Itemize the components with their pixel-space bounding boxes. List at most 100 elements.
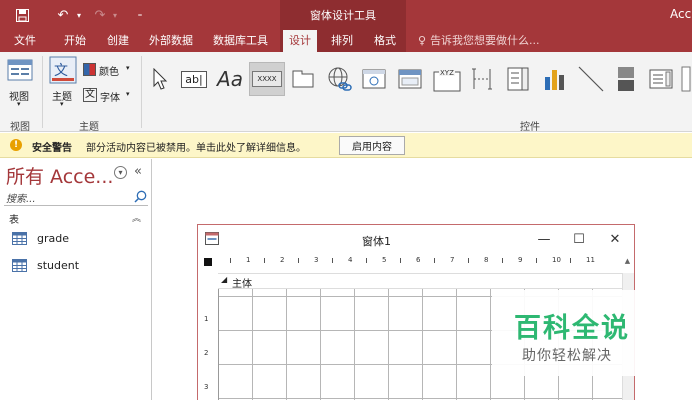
close-icon[interactable]: ✕	[603, 229, 627, 249]
ruler-tick	[332, 258, 333, 263]
ruler-mark: 2	[280, 256, 285, 264]
option-group-icon[interactable]: XYZ	[432, 62, 462, 96]
ruler-mark: 7	[450, 256, 455, 264]
form-selector[interactable]	[204, 258, 212, 266]
customize-toolbar-icon[interactable]: ₌	[134, 5, 146, 25]
ruler-tick	[400, 258, 401, 263]
nav-item-label: student	[37, 259, 80, 272]
ruler-mark: 3	[204, 383, 209, 391]
ribbon-separator	[42, 56, 43, 128]
warning-icon: !	[10, 139, 22, 151]
nav-pane-title[interactable]: 所有 Acce...	[6, 162, 113, 189]
navigation-control-icon[interactable]	[396, 62, 424, 96]
colors-icon	[83, 63, 96, 76]
minimize-icon[interactable]: —	[532, 229, 556, 249]
more-controls-icon[interactable]	[680, 62, 692, 96]
hyperlink-icon[interactable]	[324, 62, 354, 96]
redo-dropdown-icon[interactable]: ▾	[110, 5, 120, 25]
section-arrow-icon: ◢	[221, 275, 228, 284]
collapse-pane-icon[interactable]: «	[134, 164, 142, 179]
ruler-tick	[264, 258, 265, 263]
tab-control-icon[interactable]	[290, 62, 316, 96]
undo-icon[interactable]: ↶	[52, 5, 74, 25]
table-icon	[12, 259, 27, 275]
textbox-icon[interactable]: ab|	[179, 62, 209, 96]
chevron-down-icon[interactable]: ▾	[114, 166, 127, 179]
ruler-mark: 8	[484, 256, 489, 264]
nav-item-grade[interactable]: grade	[12, 229, 148, 249]
line-icon[interactable]	[576, 62, 606, 96]
ruler-tick	[502, 258, 503, 263]
fonts-button[interactable]: 文 字体 ▾	[83, 88, 133, 104]
ruler-tick	[434, 258, 435, 263]
section-collapse-icon[interactable]: ︽	[132, 211, 141, 224]
tab-external-data[interactable]: 外部数据	[149, 30, 193, 52]
ruler-mark: 5	[382, 256, 387, 264]
ribbon-separator	[141, 56, 142, 128]
ruler-tick	[536, 258, 537, 263]
security-warning-message[interactable]: 部分活动内容已被禁用。单击此处了解详细信息。	[86, 139, 306, 154]
select-pointer-icon[interactable]	[148, 62, 172, 96]
ruler-tick	[570, 258, 571, 263]
colors-button[interactable]: 颜色 ▾	[83, 62, 133, 78]
context-tool-title: 窗体设计工具	[280, 0, 406, 30]
ruler-mark: 11	[586, 256, 595, 264]
ruler-tick	[230, 258, 231, 263]
tab-design[interactable]: 设计	[283, 30, 317, 52]
search-icon[interactable]	[134, 190, 147, 206]
security-warning-title: 安全警告	[32, 143, 72, 154]
toggle-button-icon[interactable]	[614, 62, 638, 96]
tab-create[interactable]: 创建	[107, 30, 129, 52]
view-icon	[7, 59, 33, 81]
tab-file[interactable]: 文件	[14, 30, 36, 52]
nav-search-input[interactable]: 搜索...	[6, 190, 36, 205]
horizontal-ruler[interactable]: 1 2 3 4 5 6 7 8 9 10 11	[218, 255, 620, 269]
theme-button[interactable]: 文 主题 ▾	[48, 54, 78, 114]
form-window-titlebar[interactable]: 窗体1 — ☐ ✕	[198, 225, 634, 254]
security-warning-bar: ! 安全警告 部分活动内容已被禁用。单击此处了解详细信息。 启用内容	[0, 133, 692, 158]
tell-me-text: 告诉我您想要做什么...	[430, 34, 540, 47]
nav-section-tables[interactable]: 表	[9, 211, 19, 226]
group-label-themes: 主题	[79, 122, 99, 133]
save-icon[interactable]	[12, 5, 32, 25]
theme-dropdown-icon: ▾	[60, 100, 64, 108]
tab-home[interactable]: 开始	[64, 30, 86, 52]
tab-format[interactable]: 格式	[374, 30, 396, 52]
vertical-ruler[interactable]: 1 2 3	[198, 289, 216, 400]
theme-icon: 文	[49, 56, 77, 84]
enable-content-button[interactable]: 启用内容	[339, 136, 405, 155]
nav-search-box[interactable]: 搜索...	[4, 189, 148, 206]
ruler-mark: 1	[204, 315, 209, 323]
fonts-dropdown-icon: ▾	[126, 90, 130, 98]
section-header-detail[interactable]: ◢ 主体	[218, 273, 622, 290]
web-browser-icon[interactable]	[360, 62, 388, 96]
tab-database-tools[interactable]: 数据库工具	[213, 30, 268, 52]
maximize-icon[interactable]: ☐	[567, 229, 591, 249]
fonts-icon: 文	[83, 88, 97, 102]
ribbon-tabs: 文件 开始 创建 外部数据 数据库工具 设计 排列 格式 ♀ 告诉我您想要做什么.…	[0, 30, 692, 52]
button-icon[interactable]: XXXX	[249, 62, 285, 96]
scroll-up-icon[interactable]: ▲	[622, 257, 633, 268]
ruler-mark: 10	[552, 256, 561, 264]
view-button[interactable]: 视图 ▾	[6, 56, 34, 114]
nav-item-student[interactable]: student	[12, 256, 148, 276]
list-box-icon[interactable]	[648, 62, 674, 96]
tell-me-box[interactable]: ♀ 告诉我您想要做什么...	[418, 30, 540, 52]
watermark-subtitle: 助你轻松解决	[522, 348, 612, 364]
ruler-mark: 9	[518, 256, 523, 264]
view-dropdown-icon: ▾	[17, 100, 21, 108]
svg-text:文: 文	[54, 63, 68, 79]
undo-dropdown-icon[interactable]: ▾	[74, 5, 84, 25]
label-icon[interactable]: Aa	[215, 62, 245, 96]
redo-icon[interactable]: ↷	[90, 5, 110, 25]
chart-icon[interactable]	[540, 62, 568, 96]
tab-arrange[interactable]: 排列	[331, 30, 353, 52]
ruler-mark: 6	[416, 256, 421, 264]
colors-label: 颜色	[99, 67, 119, 78]
navigation-pane: 所有 Acce... ▾ « 搜索... 表 ︽ grade student	[0, 159, 152, 400]
page-break-icon[interactable]	[468, 62, 496, 96]
table-icon	[12, 232, 27, 248]
colors-dropdown-icon: ▾	[126, 64, 130, 72]
combo-box-icon[interactable]	[505, 62, 531, 96]
svg-text:XYZ: XYZ	[440, 69, 454, 77]
